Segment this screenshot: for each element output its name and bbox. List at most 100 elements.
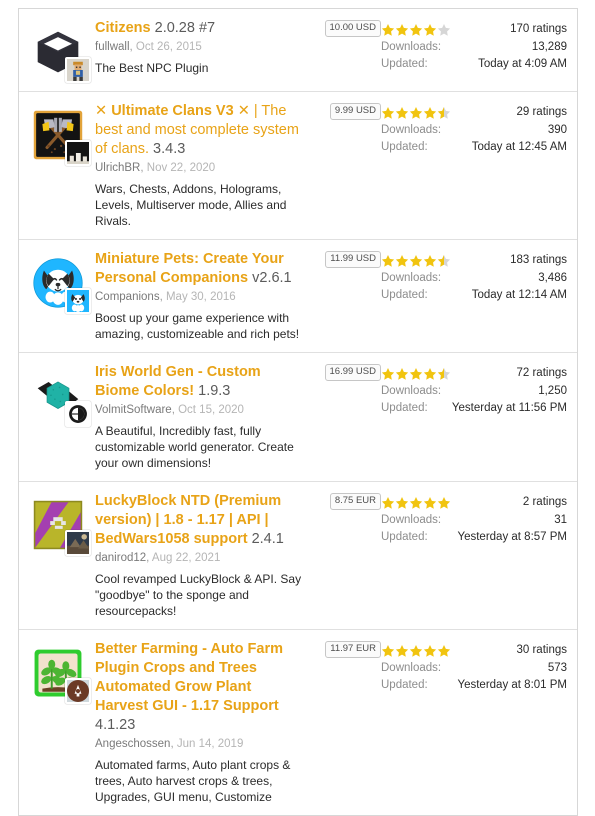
resource-title[interactable]: Iris World Gen - Custom Biome Colors! 1.… [95, 363, 305, 401]
updated-value: Today at 4:09 AM [478, 58, 567, 70]
resource-price-badge: 10.00 USD [324, 20, 381, 37]
star-icon [395, 644, 409, 657]
star-icon [437, 23, 451, 36]
resource-row[interactable]: Better Farming - Auto Farm Plugin Crops … [19, 630, 577, 815]
resource-title[interactable]: Citizens 2.0.28 #7 [95, 19, 305, 38]
downloads-label: Downloads: [381, 272, 442, 284]
star-icon [395, 496, 409, 509]
resource-main: Better Farming - Auto Farm Plugin Crops … [95, 640, 309, 805]
updated-label: Updated: [381, 531, 428, 543]
resource-icon-wrap[interactable] [27, 367, 91, 427]
updated-label-row: Updated: Today at 12:14 AM [381, 287, 567, 304]
ratings-count[interactable]: 29 ratings [516, 104, 567, 121]
downloads-label-row: Downloads: 1,250 [381, 383, 567, 400]
resource-stats: 29 ratings Downloads: 390 Updated: Today at … [381, 104, 567, 156]
resource-meta: fullwall, Oct 26, 2015 [95, 41, 202, 53]
downloads-label-row: Downloads: 390 [381, 122, 567, 139]
ratings-count[interactable]: 170 ratings [510, 21, 567, 38]
star-icon [409, 23, 423, 36]
downloads-label-row: Downloads: 31 [381, 512, 567, 529]
resource-row[interactable]: ✕ Ultimate Clans V3 ✕ | The best and mos… [19, 92, 577, 240]
resource-main: Citizens 2.0.28 #7 fullwall, Oct 26, 2015… [95, 19, 309, 76]
downloads-label: Downloads: [381, 662, 442, 674]
resource-price-badge: 16.99 USD [324, 364, 381, 381]
resource-tagline: Automated farms, Auto plant crops & tree… [95, 758, 291, 804]
star-rating [381, 23, 451, 37]
updated-value: Yesterday at 11:56 PM [451, 402, 567, 414]
resource-date: Aug 22, 2021 [151, 552, 221, 564]
resource-author[interactable]: Angeschossen [95, 738, 170, 750]
ratings-count[interactable]: 183 ratings [510, 252, 567, 269]
resource-title[interactable]: LuckyBlock NTD (Premium version) | 1.8 -… [95, 492, 305, 549]
resource-row[interactable]: LuckyBlock NTD (Premium version) | 1.8 -… [19, 482, 577, 630]
star-icon [409, 106, 423, 119]
author-avatar-ulrichbr[interactable] [65, 140, 91, 166]
star-rating [381, 367, 451, 381]
author-avatar-angeschossen[interactable] [65, 678, 91, 704]
star-icon [381, 23, 395, 36]
star-rating [381, 254, 451, 268]
rating-row: 72 ratings [381, 365, 567, 382]
resource-author[interactable]: Companions [95, 291, 160, 303]
resource-author[interactable]: fullwall [95, 41, 130, 53]
updated-value: Today at 12:14 AM [471, 289, 567, 301]
downloads-label: Downloads: [381, 385, 442, 397]
resource-icon-wrap[interactable] [27, 106, 91, 166]
resource-version: 2.4.1 [251, 531, 284, 547]
resource-tagline: Boost up your game experience with amazi… [95, 311, 300, 341]
author-avatar-danirod12[interactable] [65, 530, 91, 556]
ratings-count[interactable]: 2 ratings [523, 494, 567, 511]
resource-list: Citizens 2.0.28 #7 fullwall, Oct 26, 2015… [18, 8, 578, 816]
star-icon [423, 496, 437, 509]
downloads-label: Downloads: [381, 41, 442, 53]
rating-row: 30 ratings [381, 642, 567, 659]
updated-value: Yesterday at 8:57 PM [457, 531, 567, 543]
star-icon [423, 106, 437, 119]
updated-label: Updated: [381, 679, 428, 691]
resource-icon-wrap[interactable] [27, 644, 91, 704]
downloads-label: Downloads: [381, 124, 442, 136]
resource-version: v2.6.1 [252, 270, 292, 286]
resource-date: May 30, 2016 [165, 291, 236, 303]
resource-row[interactable]: Iris World Gen - Custom Biome Colors! 1.… [19, 353, 577, 482]
updated-label-row: Updated: Yesterday at 8:01 PM [381, 677, 567, 694]
star-icon [381, 496, 395, 509]
rating-row: 2 ratings [381, 494, 567, 511]
ratings-count[interactable]: 72 ratings [516, 365, 567, 382]
updated-value: Today at 12:45 AM [471, 141, 567, 153]
author-avatar-fullwall[interactable] [65, 57, 91, 83]
resource-title[interactable]: Miniature Pets: Create Your Personal Com… [95, 250, 305, 288]
resource-price-badge: 8.75 EUR [329, 493, 381, 510]
resource-title-text: Iris World Gen - Custom Biome Colors! [95, 364, 261, 399]
resource-tagline: Wars, Chests, Addons, Holograms, Levels,… [95, 182, 287, 228]
star-rating [381, 106, 451, 120]
resource-date: Oct 26, 2015 [135, 41, 202, 53]
rating-row: 29 ratings [381, 104, 567, 121]
downloads-label-row: Downloads: 13,289 [381, 39, 567, 56]
resource-date: Jun 14, 2019 [176, 738, 244, 750]
updated-label: Updated: [381, 141, 428, 153]
resource-stats: 72 ratings Downloads: 1,250 Updated: Yesterd… [381, 365, 567, 417]
resource-icon-wrap[interactable] [27, 254, 91, 314]
resource-author[interactable]: UlrichBR [95, 162, 140, 174]
resource-row[interactable]: Citizens 2.0.28 #7 fullwall, Oct 26, 2015… [19, 9, 577, 92]
author-avatar-companions[interactable] [65, 288, 91, 314]
ratings-count[interactable]: 30 ratings [516, 642, 567, 659]
star-icon [409, 496, 423, 509]
resource-icon-wrap[interactable] [27, 23, 91, 83]
resource-title[interactable]: ✕ Ultimate Clans V3 ✕ | The best and mos… [95, 102, 305, 159]
author-avatar-volmitsoftware[interactable] [65, 401, 91, 427]
resource-tagline: Cool revamped LuckyBlock & API. Say "goo… [95, 572, 302, 618]
resource-row[interactable]: Miniature Pets: Create Your Personal Com… [19, 240, 577, 353]
resource-author[interactable]: danirod12 [95, 552, 146, 564]
resource-author[interactable]: VolmitSoftware [95, 404, 172, 416]
updated-label: Updated: [381, 402, 428, 414]
resource-icon-wrap[interactable] [27, 496, 91, 556]
resource-title[interactable]: Better Farming - Auto Farm Plugin Crops … [95, 640, 305, 735]
rating-row: 183 ratings [381, 252, 567, 269]
resource-meta: VolmitSoftware, Oct 15, 2020 [95, 404, 244, 416]
downloads-value: 3,486 [538, 272, 567, 284]
star-icon [409, 254, 423, 267]
star-icon [423, 23, 437, 36]
downloads-value: 31 [554, 514, 567, 526]
